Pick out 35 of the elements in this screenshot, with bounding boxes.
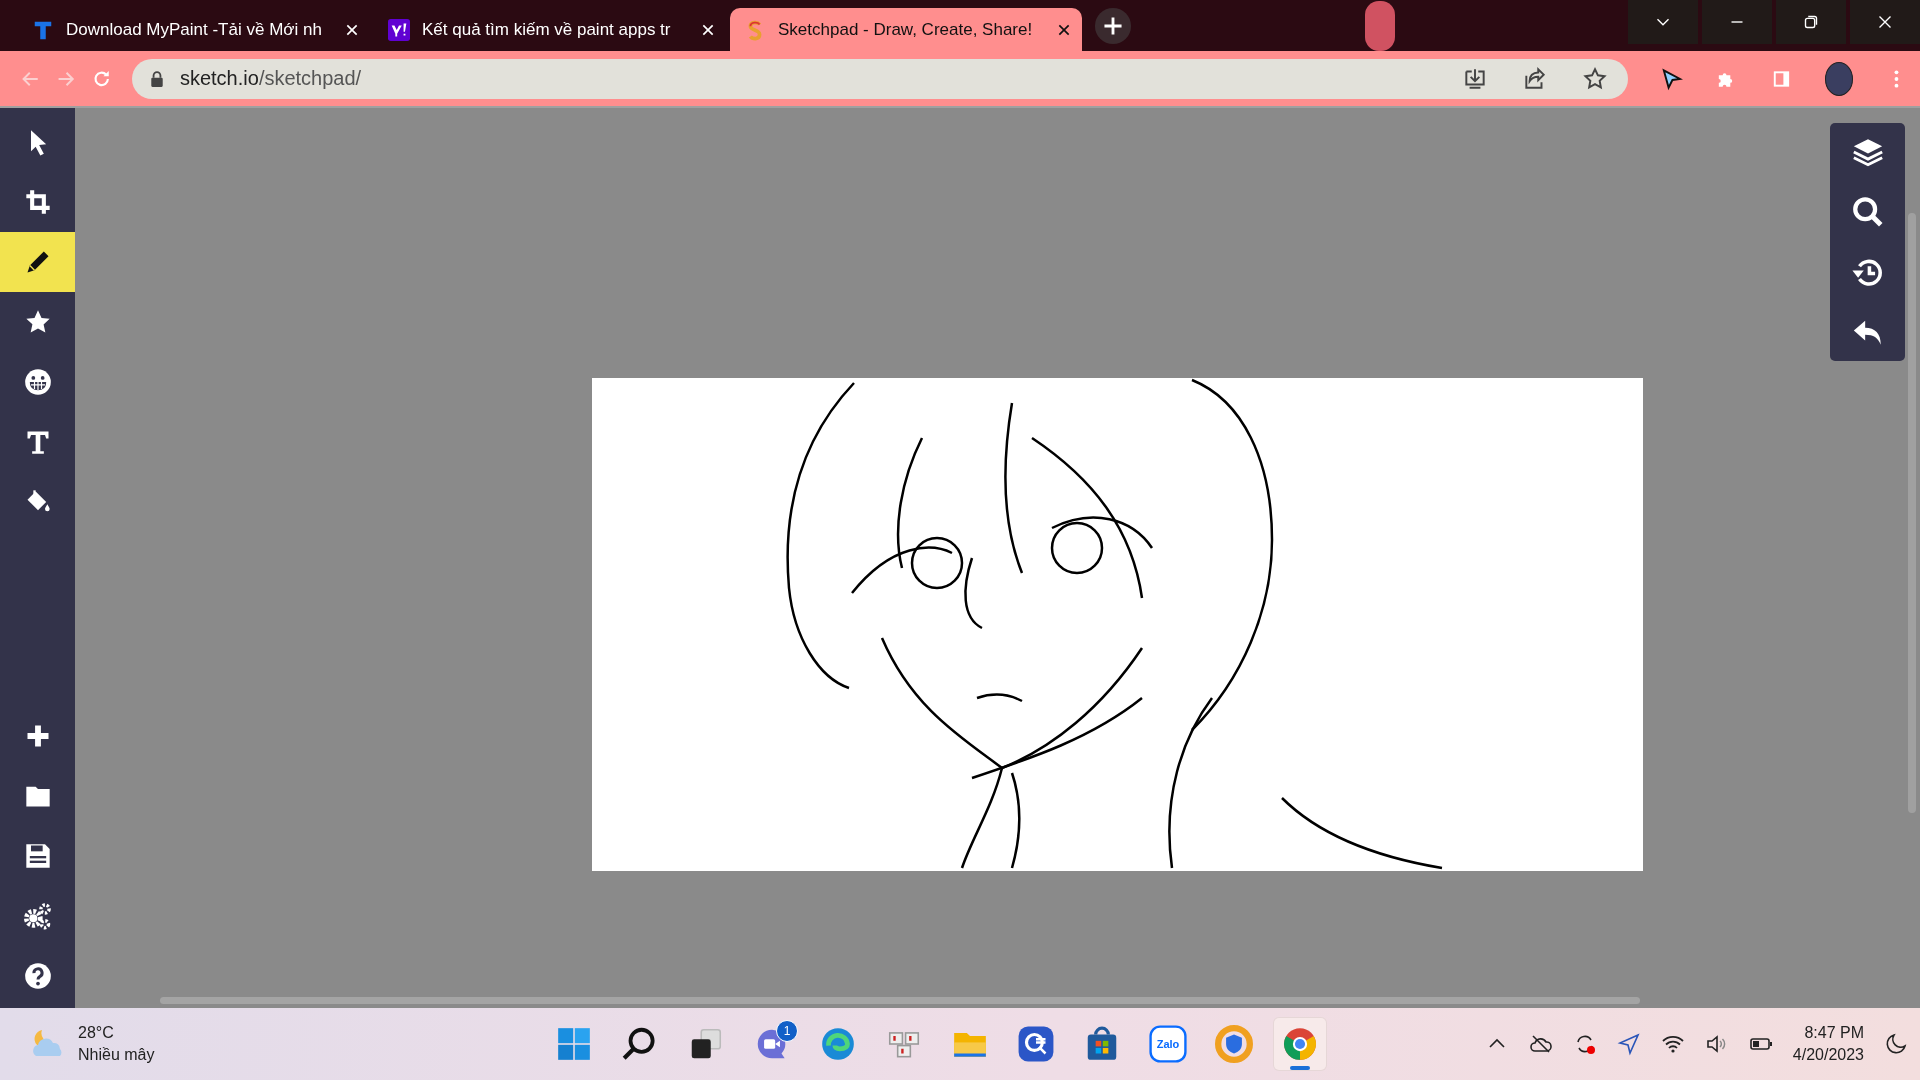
tab-title: Download MyPaint -Tải về Mới nh — [66, 19, 323, 40]
active-indicator — [1290, 1066, 1310, 1070]
address-bar[interactable]: sketch.io/sketchpad/ — [131, 58, 1628, 99]
crop-icon[interactable] — [23, 188, 52, 216]
chat-app-icon[interactable] — [1149, 1025, 1187, 1063]
grinning-face-icon[interactable] — [23, 368, 52, 396]
notification-badge: 1 — [776, 1020, 798, 1042]
clock[interactable]: 8:47 PM 4/20/2023 — [1792, 1022, 1864, 1066]
new-tab-icon[interactable] — [1094, 6, 1132, 45]
browser-tab[interactable]: Kết quả tìm kiếm về paint apps tr — [374, 8, 726, 51]
lock-icon — [149, 70, 164, 87]
browser-tab[interactable]: Download MyPaint -Tải về Mới nh — [18, 8, 370, 51]
edge-icon[interactable] — [819, 1025, 857, 1063]
taskbar-app-button[interactable]: Zalo — [1142, 1018, 1194, 1070]
temperature-text: 28°C — [78, 1023, 115, 1043]
moon-icon[interactable] — [1884, 1032, 1908, 1056]
tab-title: Sketchpad - Draw, Create, Share! — [778, 19, 1034, 40]
gears-icon[interactable] — [23, 902, 52, 930]
windows-logo-icon[interactable] — [555, 1025, 593, 1063]
search-icon[interactable] — [1850, 195, 1885, 229]
app-logo-text: Zalo — [1156, 1038, 1180, 1050]
location-arrow-icon[interactable] — [1616, 1032, 1641, 1056]
tab-title: Kết quả tìm kiếm về paint apps tr — [422, 19, 672, 40]
yahoo-icon[interactable] — [388, 18, 410, 41]
weather-text: Nhiều mây — [78, 1045, 155, 1065]
taskbar-app-button[interactable]: 1 — [746, 1018, 798, 1070]
profile-avatar[interactable] — [1824, 61, 1854, 96]
browser-tab[interactable]: Sketchpad - Draw, Create, Share! — [730, 8, 1082, 51]
magnifier-app-icon[interactable] — [1017, 1025, 1055, 1063]
url-text: sketch.io/sketchpad/ — [179, 67, 362, 90]
horizontal-scrollbar[interactable] — [160, 997, 1640, 1004]
chrome-icon[interactable] — [1281, 1025, 1319, 1063]
help-icon[interactable] — [23, 962, 52, 990]
bookmark-star-icon[interactable] — [1581, 65, 1608, 92]
shield-ring-icon[interactable] — [1215, 1025, 1253, 1063]
